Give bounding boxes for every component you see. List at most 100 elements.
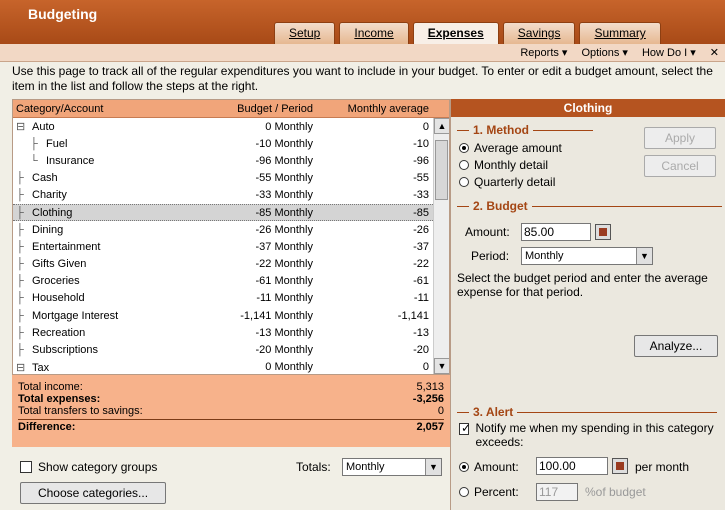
tree-branch-icon: ├ [16,292,24,305]
category-cell: ├ Subscriptions [13,344,193,356]
reports-menu[interactable]: Reports ▾ [520,46,567,59]
panel-title: Clothing [451,99,725,117]
tree-branch-icon[interactable]: ⊟ [16,361,32,374]
list-item[interactable]: ├ Subscriptions -20 Monthly -20 [13,341,449,358]
calculator-icon[interactable] [612,458,628,474]
list-item[interactable]: ├ Mortgage Interest -1,141 Monthly -1,141 [13,307,449,324]
list-item[interactable]: ├ Dining -26 Monthly -26 [13,221,449,238]
category-name: Fuel [46,137,68,150]
category-cell: ├ Mortgage Interest [13,310,193,322]
budget-cell: -26 Monthly [255,223,313,236]
category-cell: ⊟ Auto [13,120,193,133]
category-name: Clothing [32,206,73,219]
col-header-budget[interactable]: Budget / Period [193,103,323,115]
notify-label: Notify me when my spending in this categ… [475,421,714,449]
average-cell: 0 [422,120,429,133]
method-average-radio[interactable] [459,143,469,153]
show-groups-option[interactable]: Show category groups [20,460,157,474]
alert-percent-radio[interactable] [459,487,469,497]
list-item[interactable]: ├ Charity -33 Monthly -33 [13,187,449,204]
difference-value: 2,057 [416,421,444,433]
alert-amount-option[interactable]: Amount: [459,460,519,474]
calculator-icon[interactable] [595,224,611,240]
total-income-label: Total income: [18,381,83,393]
tree-branch-icon[interactable]: ⊟ [16,120,32,133]
category-name: Groceries [32,275,80,288]
choose-categories-button[interactable]: Choose categories... [20,482,166,504]
tab-setup[interactable]: Setup [274,22,336,44]
alert-section-title: 3. Alert [457,405,722,419]
tree-branch-icon: ├ [16,206,24,219]
category-cell: ├ Cash [13,172,193,184]
show-groups-checkbox[interactable] [20,461,32,473]
average-cell: -61 [413,275,429,288]
scroll-thumb[interactable] [435,140,448,200]
alert-percent-input[interactable]: 117 [536,483,578,501]
chevron-down-icon[interactable]: ▼ [636,248,652,264]
totals-period-select[interactable]: Monthly ▼ [342,458,442,476]
list-item[interactable]: └ Insurance -96 Monthly -96 [13,152,449,169]
total-savings-value: 0 [437,405,444,417]
col-header-average[interactable]: Monthly average [323,103,433,115]
tab-savings[interactable]: Savings [502,22,576,44]
list-item[interactable]: ⊟ Tax 0 Monthly 0 [13,359,449,374]
how-do-i-menu[interactable]: How Do I ▾ [642,46,696,59]
tree-branch-icon: ├ [16,223,24,236]
tab-expenses[interactable]: Expenses [412,22,499,44]
list-item[interactable]: ├ Clothing -85 Monthly -85 [13,203,449,222]
list-scrollbar[interactable]: ▲ ▼ [433,118,449,374]
budget-cell: -13 Monthly [255,326,313,339]
list-item[interactable]: ├ Recreation -13 Monthly -13 [13,324,449,341]
budget-cell: -85 Monthly [255,206,313,219]
chevron-down-icon[interactable]: ▼ [425,459,441,475]
of-budget-label: %of budget [585,485,646,499]
category-name: Gifts Given [32,258,87,271]
close-icon[interactable]: ✕ [710,46,719,59]
list-item[interactable]: ├ Gifts Given -22 Monthly -22 [13,256,449,273]
category-cell: ├ Household [13,292,193,304]
notify-option[interactable]: Notify me when my spending in this categ… [459,421,721,449]
cancel-button[interactable]: Cancel [644,155,716,177]
budget-cell: -20 Monthly [255,344,313,357]
list-item[interactable]: ├ Groceries -61 Monthly -61 [13,273,449,290]
list-item[interactable]: ├ Fuel -10 Monthly -10 [13,135,449,152]
scroll-up-icon[interactable]: ▲ [434,118,449,134]
average-cell: -10 [413,137,429,150]
scroll-down-icon[interactable]: ▼ [434,358,449,374]
options-menu[interactable]: Options ▾ [581,46,628,59]
method-monthly-option[interactable]: Monthly detail [459,158,548,172]
tab-income[interactable]: Income [339,22,409,44]
budget-cell: 0 Monthly [265,361,313,374]
category-name: Mortgage Interest [32,309,119,322]
method-quarterly-radio[interactable] [459,177,469,187]
alert-amount-radio[interactable] [459,462,469,472]
method-average-option[interactable]: Average amount [459,141,562,155]
category-name: Dining [32,223,64,236]
category-list: Category/Account Budget / Period Monthly… [12,99,450,375]
tab-summary[interactable]: Summary [579,22,661,44]
budget-help-text: Select the budget period and enter the a… [457,271,708,299]
toolbar: Reports ▾ Options ▾ How Do I ▾ ✕ [0,44,725,62]
budget-cell: -10 Monthly [255,137,313,150]
list-item[interactable]: ├ Entertainment -37 Monthly -37 [13,238,449,255]
alert-amount-input[interactable]: 100.00 [536,457,608,475]
category-cell: ├ Entertainment [13,241,193,253]
method-quarterly-option[interactable]: Quarterly detail [459,175,555,189]
list-item[interactable]: ⊟ Auto 0 Monthly 0 [13,118,449,135]
notify-checkbox[interactable] [459,421,472,435]
tree-branch-icon: ├ [30,137,38,150]
period-select[interactable]: Monthly ▼ [521,247,653,265]
category-name: Insurance [46,154,95,167]
category-name: Tax [32,361,50,374]
list-item[interactable]: ├ Cash -55 Monthly -55 [13,170,449,187]
col-header-category[interactable]: Category/Account [13,103,193,115]
apply-button[interactable]: Apply [644,127,716,149]
alert-percent-option[interactable]: Percent: [459,485,519,499]
analyze-button[interactable]: Analyze... [634,335,718,357]
list-item[interactable]: ├ Household -11 Monthly -11 [13,290,449,307]
category-cell: ├ Charity [13,189,193,201]
budget-cell: -96 Monthly [255,154,313,167]
method-monthly-radio[interactable] [459,160,469,170]
amount-input[interactable]: 85.00 [521,223,591,241]
category-name: Household [32,292,85,305]
